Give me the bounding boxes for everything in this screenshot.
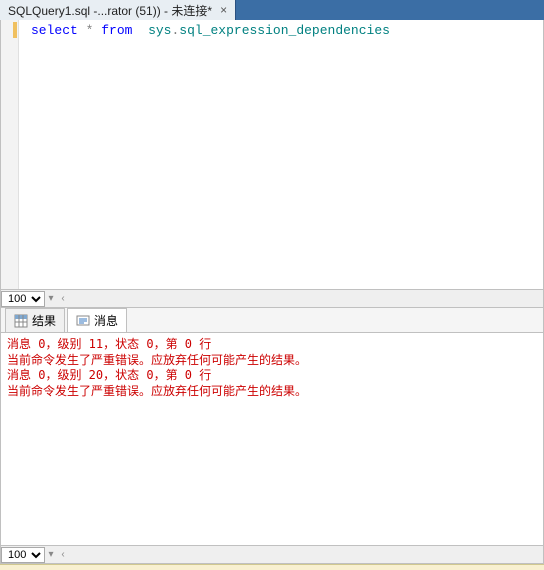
document-tab-bar: SQLQuery1.sql -...rator (51)) - 未连接* ×: [0, 0, 544, 20]
line-marker: [13, 22, 17, 38]
keyword: select: [31, 23, 78, 38]
operator: *: [86, 23, 94, 38]
close-icon[interactable]: ×: [218, 3, 229, 17]
message-line: 当前命令发生了严重错误。应放弃任何可能产生的结果。: [7, 384, 537, 400]
document-tab[interactable]: SQLQuery1.sql -...rator (51)) - 未连接* ×: [0, 0, 236, 20]
sys-object: sql_expression_dependencies: [179, 23, 390, 38]
messages-pane[interactable]: 消息 0，级别 11，状态 0，第 0 行 当前命令发生了严重错误。应放弃任何可…: [0, 332, 544, 546]
scroll-left-icon[interactable]: ‹: [57, 293, 69, 304]
keyword: from: [101, 23, 132, 38]
tab-messages[interactable]: 消息: [67, 308, 127, 332]
message-line: 当前命令发生了严重错误。应放弃任何可能产生的结果。: [7, 353, 537, 369]
message-line: 消息 0，级别 11，状态 0，第 0 行: [7, 337, 537, 353]
editor-gutter: [1, 20, 19, 289]
zoom-select[interactable]: 100 %: [1, 291, 45, 307]
tab-results-label: 结果: [32, 312, 56, 329]
dropdown-arrow-icon[interactable]: ▾: [45, 549, 57, 560]
sql-editor[interactable]: select * from sys.sql_expression_depende…: [0, 20, 544, 290]
scroll-left-icon[interactable]: ‹: [57, 549, 69, 560]
tab-messages-label: 消息: [94, 312, 118, 329]
code-line: select * from sys.sql_expression_depende…: [31, 23, 390, 38]
sys-object: sys: [148, 23, 171, 38]
zoom-bar-top: 100 % ▾ ‹: [0, 290, 544, 308]
zoom-select[interactable]: 100 %: [1, 547, 45, 563]
zoom-bar-bottom: 100 % ▾ ‹: [0, 546, 544, 564]
message-line: 消息 0，级别 20，状态 0，第 0 行: [7, 368, 537, 384]
status-strip: [0, 564, 544, 570]
document-tab-title: SQLQuery1.sql -...rator (51)) - 未连接*: [8, 2, 212, 19]
tab-results[interactable]: 结果: [5, 308, 65, 332]
dropdown-arrow-icon[interactable]: ▾: [45, 293, 57, 304]
grid-icon: [14, 314, 28, 328]
result-tab-bar: 结果 消息: [0, 308, 544, 332]
message-icon: [76, 314, 90, 328]
